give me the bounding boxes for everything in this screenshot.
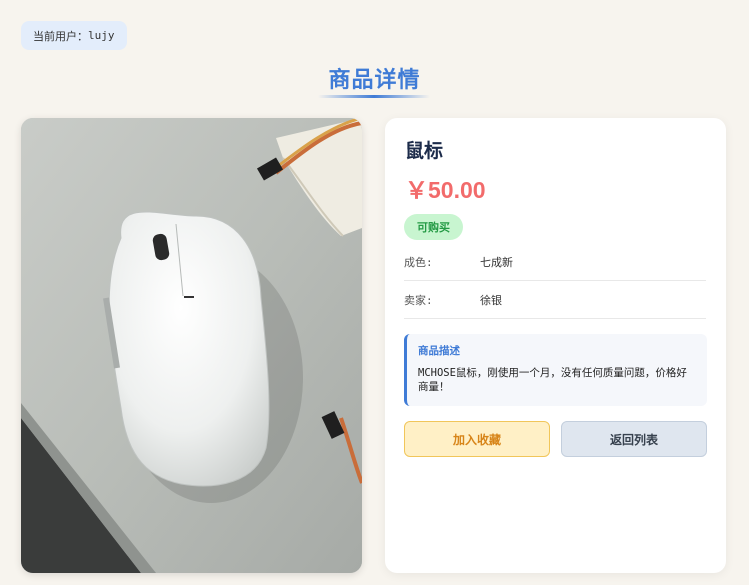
current-user-prefix: 当前用户： bbox=[33, 29, 88, 43]
current-user-badge: 当前用户： lujy bbox=[21, 21, 127, 50]
condition-row: 成色: 七成新 bbox=[404, 243, 706, 281]
page-title: 商品详情 bbox=[328, 67, 421, 93]
seller-row: 卖家: 徐银 bbox=[404, 281, 706, 319]
description-text: MCHOSE鼠标，刚使用一个月，没有任何质量问题，价格好商量！ bbox=[418, 367, 687, 393]
seller-label: 卖家: bbox=[404, 293, 433, 307]
current-user-name: lujy bbox=[88, 29, 115, 42]
status-badge: 可购买 bbox=[404, 214, 463, 240]
condition-label: 成色: bbox=[404, 255, 433, 269]
seller-value: 徐银 bbox=[480, 293, 502, 307]
product-name: 鼠标 bbox=[405, 140, 444, 162]
add-to-favorites-button[interactable]: 加入收藏 bbox=[404, 421, 550, 457]
description-box: 商品描述 MCHOSE鼠标，刚使用一个月，没有任何质量问题，价格好商量！ bbox=[404, 334, 707, 406]
product-photo-illustration bbox=[21, 118, 362, 573]
title-underline bbox=[318, 95, 430, 98]
product-info-card: 鼠标 ￥50.00 可购买 成色: 七成新 卖家: 徐银 商品描述 MCHOSE… bbox=[385, 118, 726, 573]
product-image bbox=[21, 118, 362, 573]
description-title: 商品描述 bbox=[418, 345, 460, 357]
product-price: ￥50.00 bbox=[405, 177, 486, 203]
back-to-list-button[interactable]: 返回列表 bbox=[561, 421, 707, 457]
condition-value: 七成新 bbox=[480, 255, 513, 269]
